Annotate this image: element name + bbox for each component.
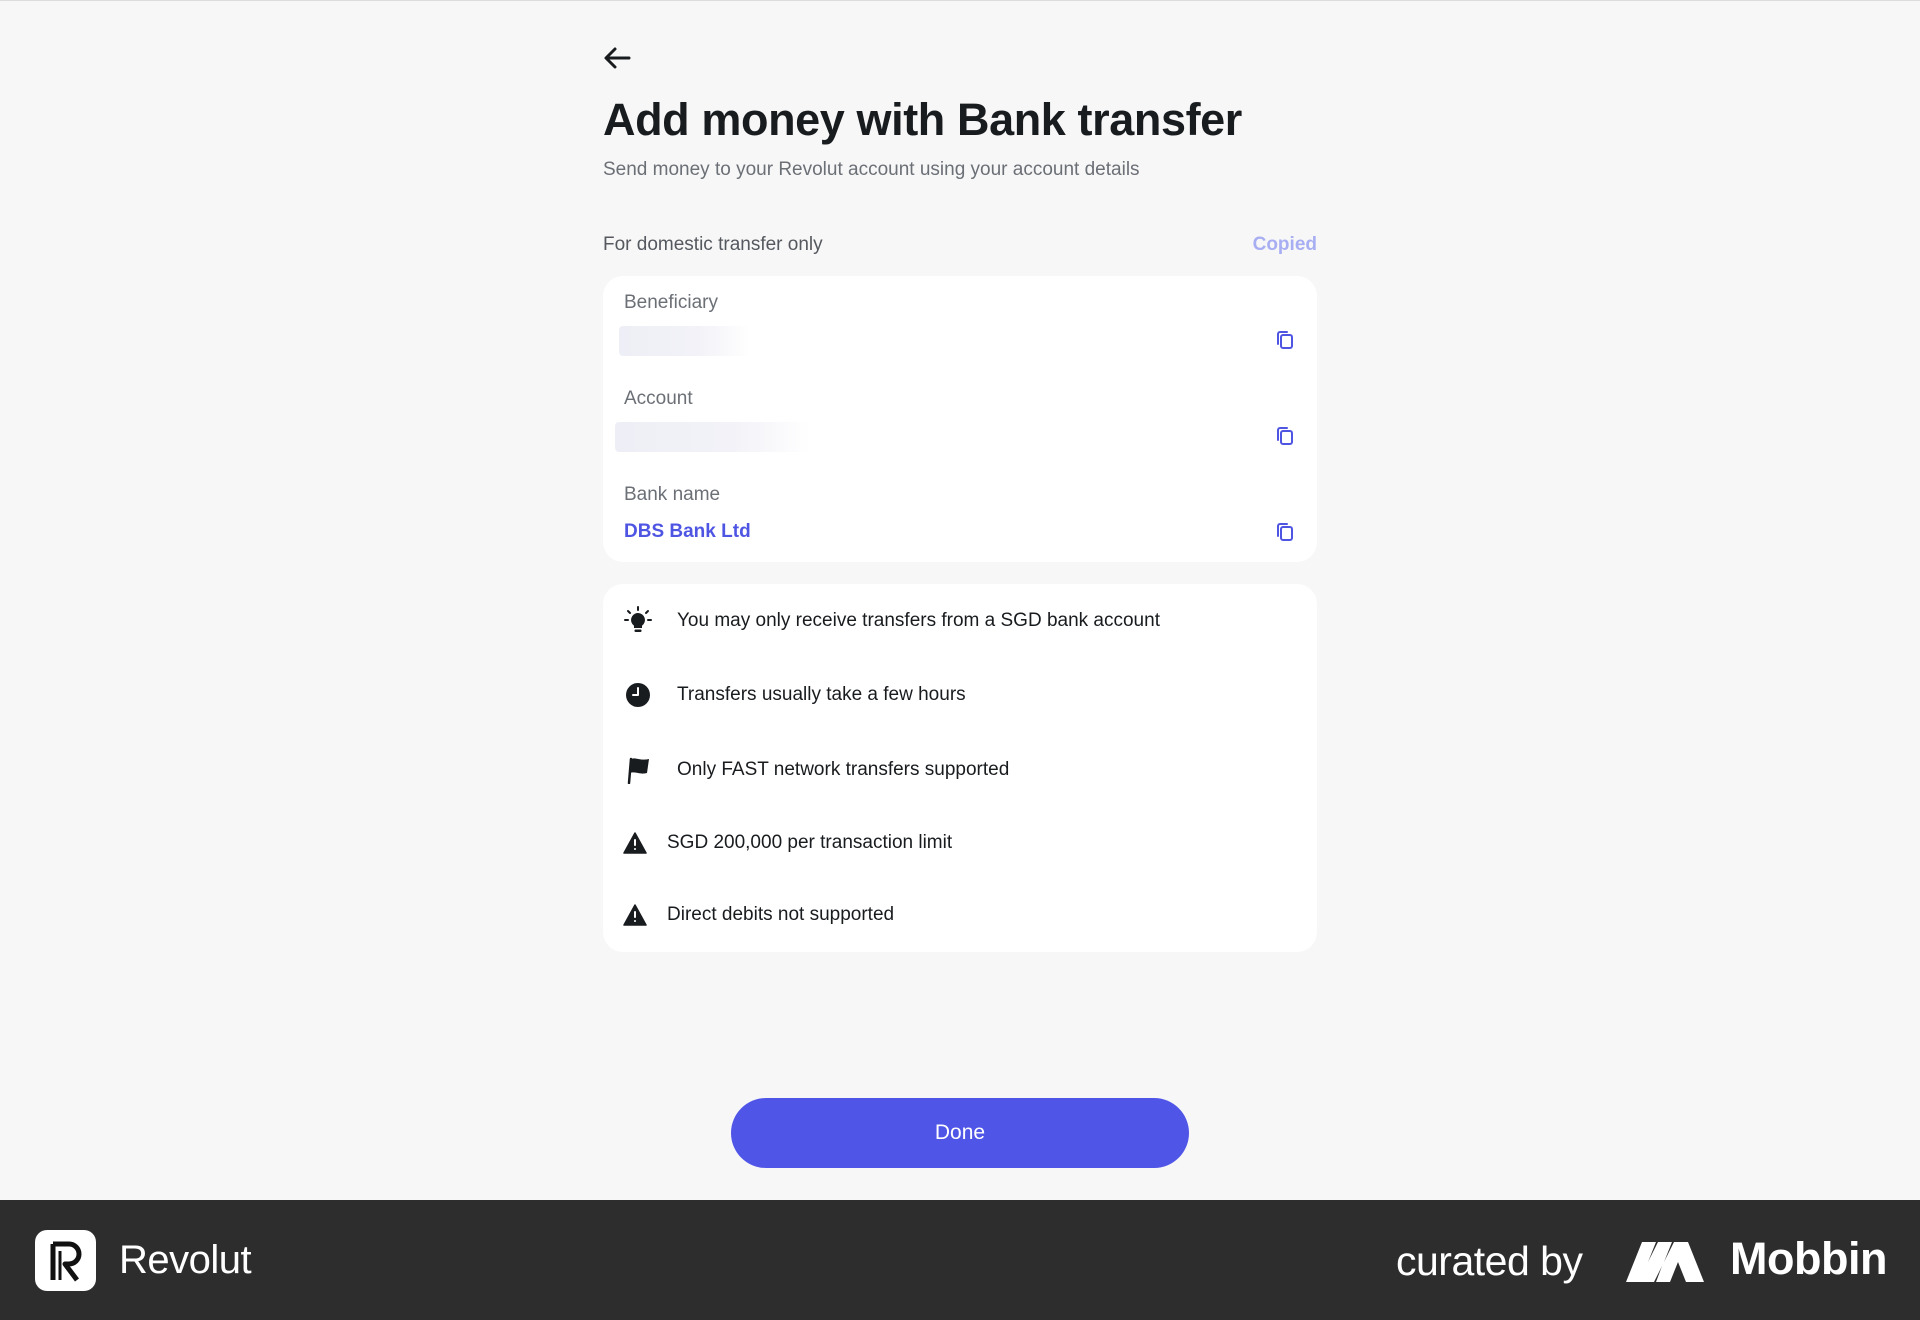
account-label: Account [624,388,693,409]
clock-icon [624,681,652,709]
section-label: For domestic transfer only [603,234,823,255]
account-row: Account [603,372,1317,462]
beneficiary-label: Beneficiary [624,292,718,313]
mobbin-logo [1626,1242,1704,1282]
bank-name-row: Bank name DBS Bank Ltd [603,468,1317,558]
copied-status: Copied [1252,234,1317,255]
back-button[interactable] [603,40,639,76]
warning-icon [621,829,649,857]
arrow-left-icon [604,47,631,69]
flag-icon [624,756,652,784]
done-button[interactable]: Done [731,1098,1189,1168]
top-divider [0,0,1920,1]
info-item: Transfers usually take a few hours [603,675,1317,715]
page-title: Add money with Bank transfer [603,94,1242,145]
copy-bank-name-button[interactable] [1272,519,1298,545]
beneficiary-value-redacted [619,326,750,356]
info-item: Direct debits not supported [603,895,1317,935]
bank-name-value: DBS Bank Ltd [624,521,751,542]
footer-bar: Revolut curated by Mobbin [0,1200,1920,1320]
info-text: You may only receive transfers from a SG… [677,610,1160,631]
copy-icon [1277,427,1293,445]
info-item: SGD 200,000 per transaction limit [603,823,1317,863]
info-text: Direct debits not supported [667,904,895,925]
curated-by-text: curated by [1396,1238,1583,1284]
account-details-card: Beneficiary Account Bank name DBS Bank L… [603,276,1317,562]
beneficiary-row: Beneficiary [603,276,1317,366]
revolut-logo [35,1230,96,1291]
info-item: You may only receive transfers from a SG… [603,601,1317,641]
info-text: Transfers usually take a few hours [677,684,966,705]
warning-icon [621,901,649,929]
info-text: Only FAST network transfers supported [677,759,1010,780]
copy-icon [1277,331,1293,349]
copy-beneficiary-button[interactable] [1272,327,1298,353]
bank-name-label: Bank name [624,484,721,505]
info-text: SGD 200,000 per transaction limit [667,832,953,853]
brand-name: Revolut [119,1238,252,1282]
mobbin-name: Mobbin [1730,1233,1887,1284]
copy-icon [1277,523,1293,541]
transfer-info-card: You may only receive transfers from a SG… [603,584,1317,952]
lightbulb-icon [624,606,652,635]
info-item: Only FAST network transfers supported [603,750,1317,790]
account-value-redacted [615,422,810,452]
copy-account-button[interactable] [1272,423,1298,449]
page-subtitle: Send money to your Revolut account using… [603,159,1140,180]
